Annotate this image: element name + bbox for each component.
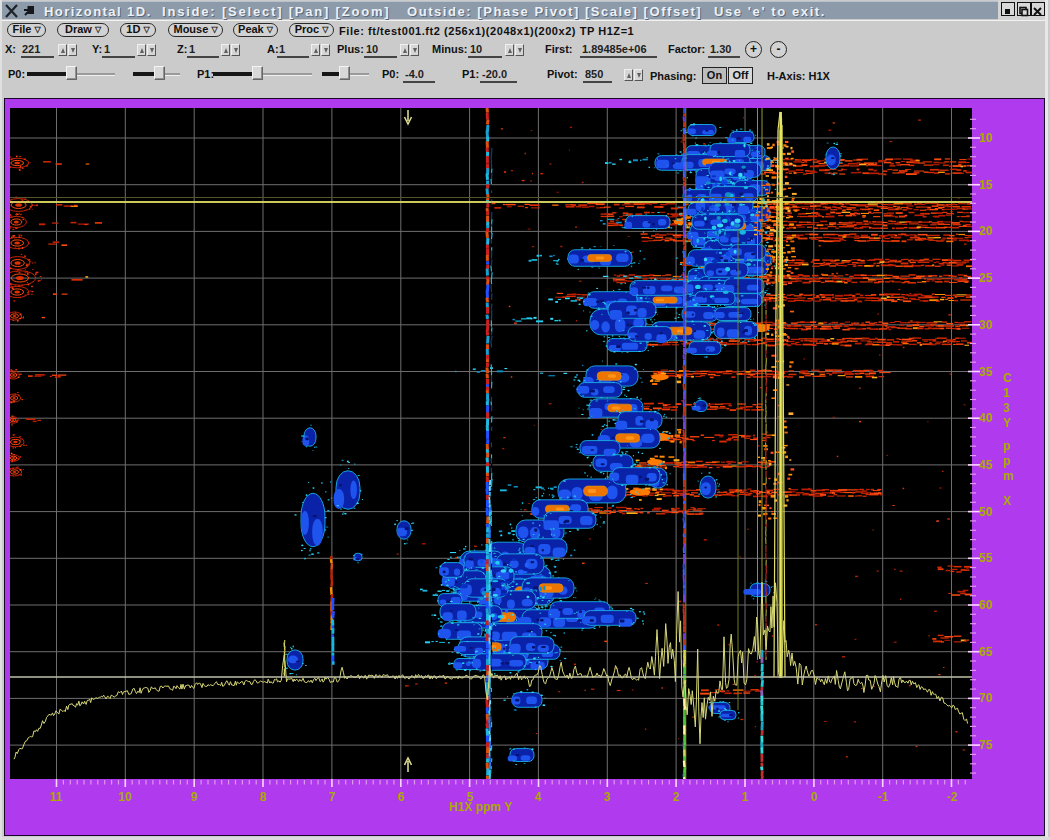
svg-text:35: 35 bbox=[979, 365, 993, 379]
svg-text:70: 70 bbox=[979, 691, 993, 705]
svg-text:-2: -2 bbox=[947, 790, 958, 804]
svg-text:p: p bbox=[1003, 439, 1010, 453]
svg-text:60: 60 bbox=[979, 598, 993, 612]
svg-text:75: 75 bbox=[979, 738, 993, 752]
svg-text:25: 25 bbox=[979, 271, 993, 285]
svg-text:p: p bbox=[1003, 454, 1010, 468]
svg-text:11: 11 bbox=[50, 790, 63, 804]
svg-text:65: 65 bbox=[979, 645, 993, 659]
svg-text:45: 45 bbox=[979, 458, 993, 472]
svg-text:50: 50 bbox=[979, 505, 993, 519]
svg-text:6: 6 bbox=[398, 790, 405, 804]
svg-text:C: C bbox=[1003, 371, 1012, 385]
svg-text:H1X ppm Y: H1X ppm Y bbox=[449, 800, 512, 814]
svg-text:30: 30 bbox=[979, 318, 993, 332]
svg-text:8: 8 bbox=[260, 790, 267, 804]
svg-text:Y: Y bbox=[1003, 416, 1011, 430]
svg-text:10: 10 bbox=[979, 131, 993, 145]
svg-text:0: 0 bbox=[811, 790, 818, 804]
svg-text:X: X bbox=[1003, 494, 1011, 508]
svg-text:40: 40 bbox=[979, 411, 993, 425]
svg-text:1: 1 bbox=[1003, 386, 1010, 400]
svg-text:10: 10 bbox=[118, 790, 132, 804]
svg-text:-1: -1 bbox=[878, 790, 889, 804]
svg-text:20: 20 bbox=[979, 224, 993, 238]
svg-text:7: 7 bbox=[329, 790, 336, 804]
svg-text:55: 55 bbox=[979, 551, 993, 565]
svg-text:15: 15 bbox=[979, 178, 993, 192]
svg-text:9: 9 bbox=[191, 790, 198, 804]
svg-text:4: 4 bbox=[535, 790, 542, 804]
svg-text:1: 1 bbox=[742, 790, 749, 804]
svg-text:3: 3 bbox=[1003, 401, 1010, 415]
svg-text:m: m bbox=[1003, 469, 1014, 483]
svg-text:3: 3 bbox=[604, 790, 611, 804]
svg-text:2: 2 bbox=[673, 790, 680, 804]
